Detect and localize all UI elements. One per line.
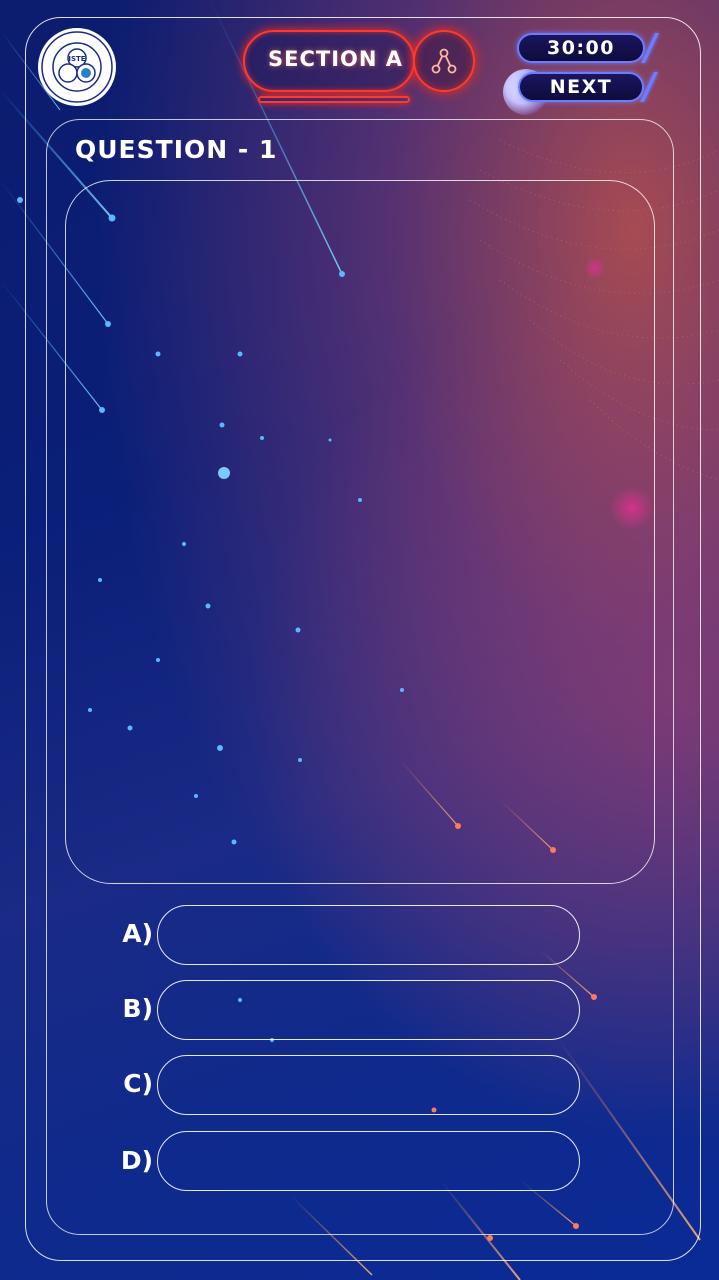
option-d-letter: D) bbox=[120, 1146, 153, 1175]
option-b-box[interactable] bbox=[157, 980, 580, 1040]
option-c-box[interactable] bbox=[157, 1055, 580, 1115]
section-underline bbox=[258, 96, 410, 103]
option-b-letter: B) bbox=[122, 994, 153, 1023]
section-label: SECTION A bbox=[268, 47, 404, 71]
question-box bbox=[65, 180, 655, 884]
option-d-box[interactable] bbox=[157, 1131, 580, 1191]
question-title: QUESTION - 1 bbox=[75, 135, 278, 164]
iste-logo: ISTE bbox=[38, 28, 116, 106]
share-button[interactable] bbox=[413, 30, 475, 92]
option-c-letter: C) bbox=[123, 1069, 153, 1098]
next-button[interactable]: NEXT bbox=[518, 72, 644, 102]
timer: 30:00 bbox=[517, 33, 645, 63]
option-a-box[interactable] bbox=[157, 905, 580, 965]
option-a-letter: A) bbox=[122, 919, 153, 948]
share-nodes-icon bbox=[431, 48, 457, 74]
svg-text:ISTE: ISTE bbox=[68, 55, 85, 63]
